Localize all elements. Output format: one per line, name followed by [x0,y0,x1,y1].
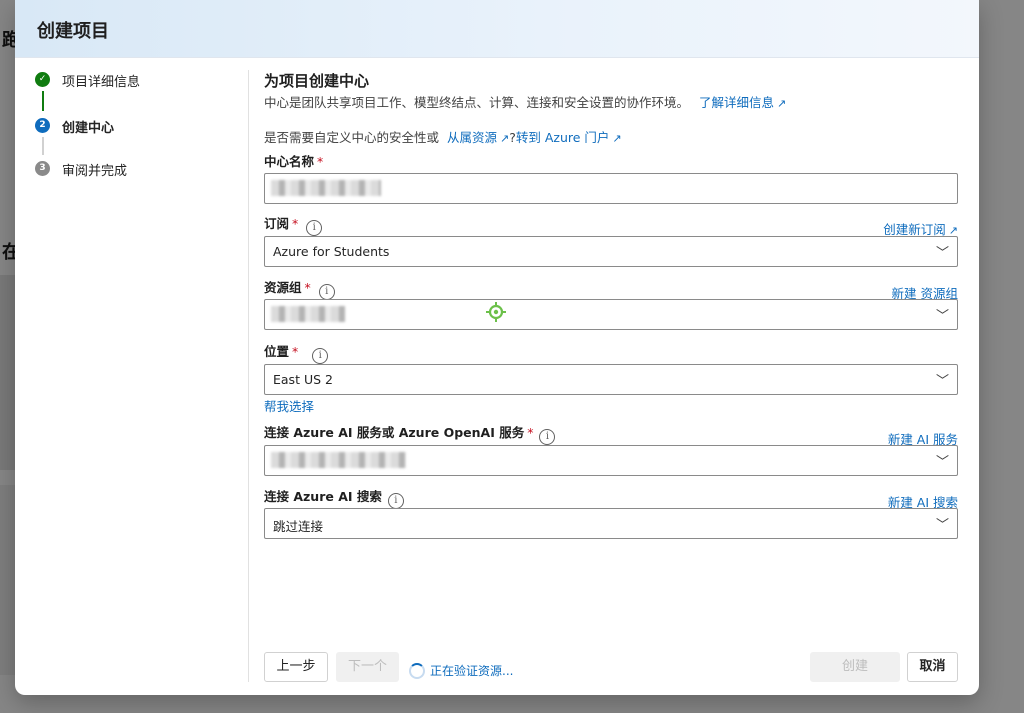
info-icon[interactable]: i [387,493,404,509]
hub-name-label: 中心名称 * [264,154,324,169]
redacted-value [271,306,345,322]
subscription-dropdown[interactable]: Azure for Students ﹀ [264,236,958,267]
chevron-down-icon: ﹀ [935,374,949,389]
create-project-dialog: 创建项目 ✓ 项目详细信息 2 创建中心 3 审阅并完成 为项目创建中心 中心是… [15,0,979,695]
learn-more-link[interactable]: 了解详细信息 ↗ [699,95,786,110]
next-button[interactable]: 下一个 [336,652,399,682]
customize-separator: ? [509,130,516,145]
info-icon[interactable]: i [312,348,329,364]
chevron-down-icon: ﹀ [935,455,949,470]
info-icon[interactable]: i [306,220,323,236]
info-icon[interactable]: i [318,284,335,300]
ai-search-dropdown[interactable]: 跳过连接 ﹀ [264,508,958,539]
subscription-label: 订阅 * i [264,213,323,236]
section-title: 为项目创建中心 [264,72,370,90]
ai-search-label: 连接 Azure AI 搜索 i [264,486,404,509]
step-project-details[interactable]: ✓ 项目详细信息 [35,70,235,90]
redacted-value [271,452,406,468]
customize-prefix: 是否需要自定义中心的安全性或 [264,130,440,145]
section-description: 中心是团队共享项目工作、模型终结点、计算、连接和安全设置的协作环境。 了解详细信… [264,92,786,111]
step-review-finish[interactable]: 3 审阅并完成 [35,159,235,179]
info-icon[interactable]: i [539,429,556,445]
ai-service-dropdown[interactable]: ﹀ [264,445,958,476]
step-label: 项目详细信息 [62,75,141,90]
step-connector [42,137,44,155]
azure-portal-link[interactable]: 转到 Azure 门户 ↗ [516,130,622,145]
description-text: 中心是团队共享项目工作、模型终结点、计算、连接和安全设置的协作环境。 [264,95,690,110]
step-label: 审阅并完成 [62,164,128,179]
location-label: 位置 * i [264,341,329,364]
dialog-title: 创建项目 [37,21,109,42]
external-link-icon: ↗ [777,97,787,110]
panel-divider [248,70,249,682]
validating-status: 正在验证资源... [430,664,514,678]
cursor-target-icon [486,302,506,322]
cancel-button[interactable]: 取消 [907,652,958,682]
redacted-value [271,180,381,196]
step-number-icon: 2 [35,118,50,133]
step-number-icon: 3 [35,161,50,176]
create-button[interactable]: 创建 [810,652,900,682]
dependent-resources-link[interactable]: 从属资源 ↗ [447,130,509,145]
chevron-down-icon: ﹀ [935,309,949,324]
location-dropdown[interactable]: East US 2 ﹀ [264,364,958,395]
step-label: 创建中心 [62,121,115,136]
resource-group-label: 资源组 * i [264,277,335,300]
step-connector [42,91,44,111]
chevron-down-icon: ﹀ [935,518,949,533]
ai-service-label: 连接 Azure AI 服务或 Azure OpenAI 服务 * i [264,422,556,445]
dialog-header: 创建项目 [15,0,979,58]
loading-spinner-icon [409,663,425,679]
step-create-hub[interactable]: 2 创建中心 [35,116,235,136]
check-icon: ✓ [35,72,50,87]
customize-security-text: 是否需要自定义中心的安全性或 从属资源 ↗?转到 Azure 门户 ↗ [264,127,622,146]
external-link-icon: ↗ [612,132,622,145]
location-value: East US 2 [273,372,333,387]
external-link-icon: ↗ [500,132,510,145]
back-button[interactable]: 上一步 [264,652,328,682]
hub-name-input[interactable] [264,173,958,204]
resource-group-dropdown[interactable]: ﹀ [264,299,958,330]
help-me-choose-link[interactable]: 帮我选择 [264,396,314,415]
subscription-value: Azure for Students [273,244,390,259]
ai-search-value: 跳过连接 [273,519,324,534]
chevron-down-icon: ﹀ [935,246,949,261]
